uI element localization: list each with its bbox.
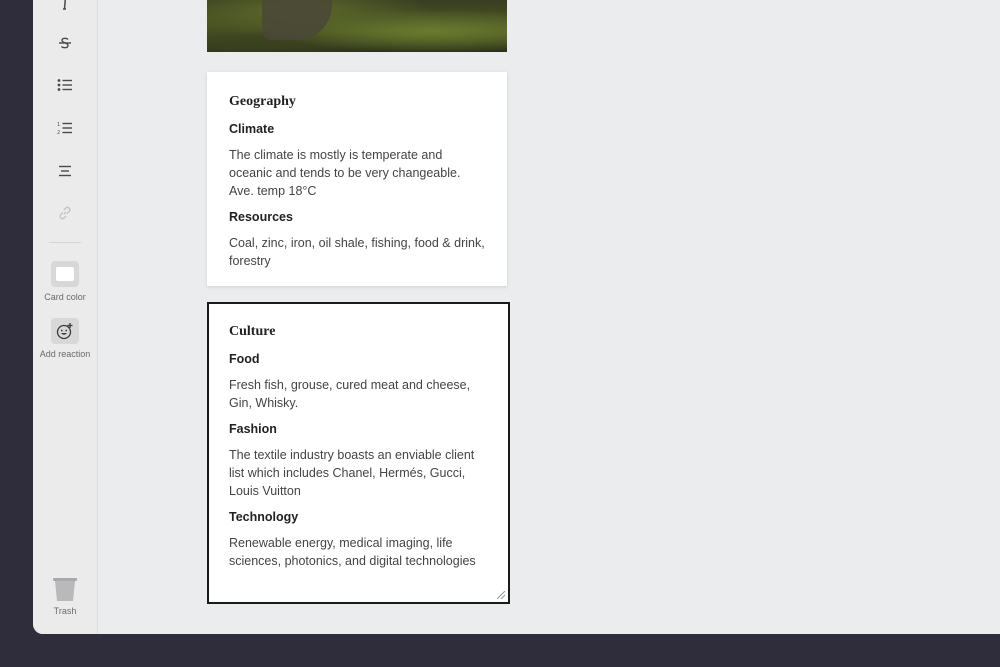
section-text: Coal, zinc, iron, oil shale, fishing, fo… [229, 236, 485, 268]
section-heading: Food [229, 352, 260, 366]
landscape-image-card[interactable] [207, 0, 507, 52]
section-heading: Climate [229, 122, 275, 136]
link-icon [59, 206, 71, 220]
resize-handle[interactable] [497, 591, 505, 599]
bullet-list-button[interactable] [33, 70, 97, 100]
card-color-label: Card color [44, 292, 86, 302]
toolbar-divider [49, 242, 81, 243]
formatting-toolbar: 12 Card color Add reaction Trash [33, 0, 98, 634]
section-text: Fresh fish, grouse, cured meat and chees… [229, 378, 471, 410]
section-heading: Fashion [229, 422, 277, 436]
trash-button[interactable] [33, 575, 97, 603]
card-title: Culture [229, 324, 276, 339]
card-title: Geography [229, 94, 296, 109]
link-button[interactable] [33, 198, 97, 228]
rock-formation [262, 0, 332, 40]
section-text: Renewable energy, medical imaging, life … [229, 536, 476, 568]
svg-text:1: 1 [57, 122, 60, 128]
numbered-list-icon: 12 [57, 122, 72, 135]
add-reaction-button[interactable] [51, 318, 79, 344]
card-color-button[interactable] [51, 261, 79, 287]
section-text: The climate is mostly is temperate and o… [229, 148, 461, 198]
align-center-icon [59, 165, 71, 177]
italic-button[interactable] [33, 0, 97, 18]
trash-icon [53, 578, 77, 601]
color-swatch-icon [56, 267, 74, 281]
app-window: 12 Card color Add reaction Trash Geograp… [33, 0, 1000, 634]
section-text: The textile industry boasts an enviable … [229, 448, 475, 498]
section-heading: Resources [229, 210, 293, 224]
add-reaction-label: Add reaction [39, 349, 91, 359]
strikethrough-button[interactable] [33, 28, 97, 58]
align-button[interactable] [33, 156, 97, 186]
geography-card[interactable]: Geography Climate The climate is mostly … [207, 72, 507, 286]
italic-icon [63, 0, 67, 10]
board-canvas[interactable]: Geography Climate The climate is mostly … [98, 0, 1000, 634]
bullet-list-icon [57, 79, 72, 91]
section-heading: Technology [229, 510, 299, 524]
numbered-list-button[interactable]: 12 [33, 113, 97, 143]
culture-card[interactable]: Culture Food Fresh fish, grouse, cured m… [207, 302, 510, 604]
svg-text:2: 2 [57, 130, 60, 135]
trash-label: Trash [53, 606, 77, 616]
add-reaction-icon [56, 323, 73, 340]
strikethrough-icon [59, 37, 71, 49]
